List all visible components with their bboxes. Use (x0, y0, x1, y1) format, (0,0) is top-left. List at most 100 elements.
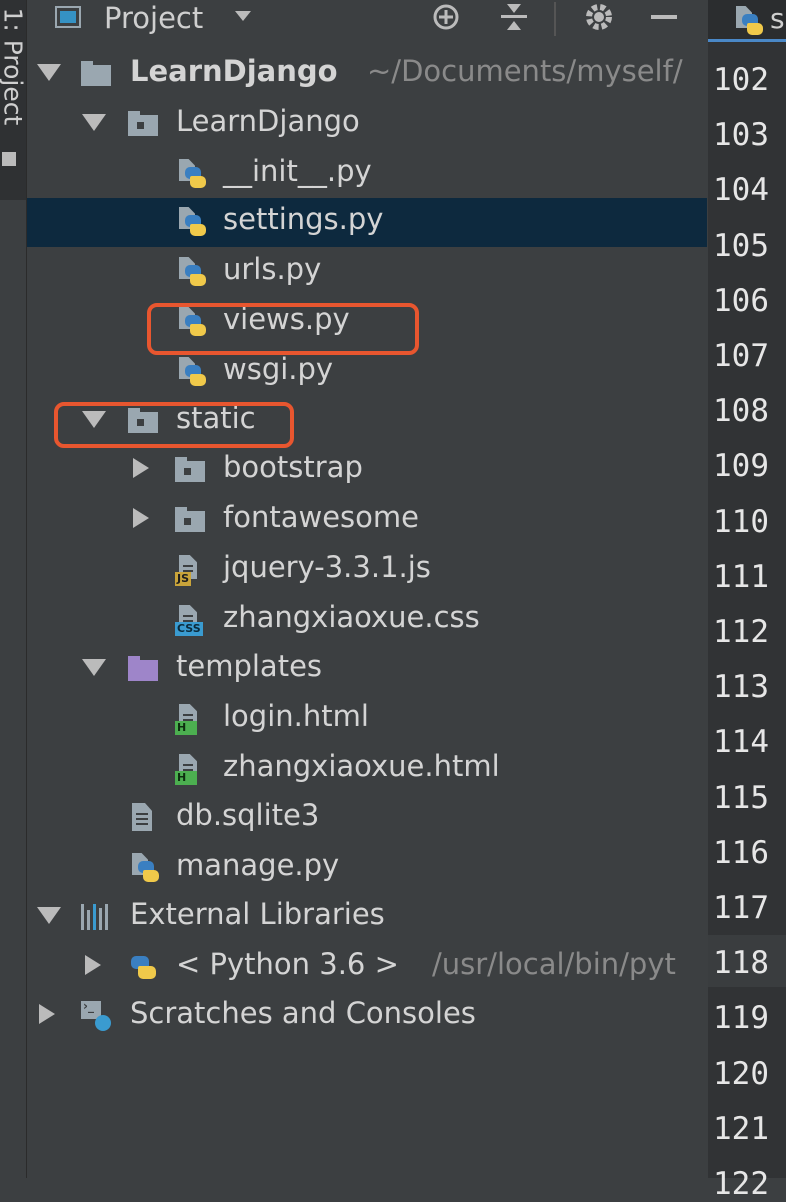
css-file-icon: CSS (175, 605, 205, 636)
line-number: 115 (713, 779, 769, 816)
tree-item-label: urls.py (223, 252, 322, 286)
project-panel-header: Project (27, 0, 707, 40)
project-tree: LearnDjango ~/Documents/myself/ LearnDja… (27, 50, 707, 1178)
line-number: 106 (713, 282, 769, 319)
folder-icon (81, 59, 111, 89)
python-file-icon (177, 357, 207, 387)
tree-item-label: External Libraries (130, 897, 385, 931)
tree-item-label: settings.py (223, 202, 384, 236)
line-number: 104 (713, 172, 769, 209)
tree-item-file[interactable]: urls.py (27, 248, 707, 297)
tree-item-file[interactable]: manage.py (27, 844, 707, 893)
chevron-down-icon[interactable] (235, 11, 251, 21)
line-number: 116 (713, 834, 769, 871)
collapsed-arrow-icon[interactable] (39, 1004, 55, 1024)
editor-tab-settings-py[interactable]: s (708, 0, 786, 42)
collapse-all-icon[interactable] (497, 0, 531, 34)
expanded-arrow-icon[interactable] (37, 907, 61, 924)
line-number: 120 (713, 1055, 769, 1092)
line-number: 107 (713, 338, 769, 374)
tree-item-file[interactable]: db.sqlite3 (27, 794, 707, 843)
tree-item-label: db.sqlite3 (176, 798, 320, 832)
line-number: 105 (713, 227, 769, 264)
tree-item-package[interactable]: LearnDjango (27, 100, 707, 149)
line-number: 117 (713, 890, 769, 926)
scratches-icon (81, 999, 111, 1031)
project-view-icon (55, 6, 81, 28)
tree-item-file[interactable]: CSS zhangxiaoxue.css (27, 596, 707, 645)
gear-icon[interactable] (582, 0, 616, 34)
locate-icon[interactable] (429, 0, 463, 34)
html-file-icon: H (175, 704, 205, 735)
collapsed-arrow-icon[interactable] (85, 955, 101, 975)
tree-item-label: bootstrap (223, 450, 363, 484)
static-highlight (54, 402, 294, 448)
line-number: 114 (713, 724, 769, 761)
tree-item-templates[interactable]: templates (27, 645, 707, 694)
tree-item-label: LearnDjango (130, 54, 338, 88)
tree-item-external-libraries[interactable]: External Libraries (27, 893, 707, 942)
python-file-icon (177, 257, 207, 287)
project-tab-label: 1: Project (0, 7, 28, 126)
python-file-icon (177, 159, 207, 189)
tree-item-file[interactable]: __init__.py (27, 150, 707, 199)
python-file-icon (734, 6, 764, 36)
python-file-icon (130, 853, 160, 883)
project-view-selector[interactable]: Project (104, 1, 203, 35)
tree-item-label: __init__.py (223, 154, 372, 188)
libraries-icon (81, 902, 111, 932)
tree-item-label: fontawesome (223, 500, 419, 534)
javascript-file-icon: JS (175, 555, 205, 586)
tool-window-stripe: 1: Project (0, 0, 28, 1178)
expanded-arrow-icon[interactable] (82, 659, 106, 676)
tree-item-label: manage.py (176, 848, 340, 882)
expanded-arrow-icon[interactable] (37, 64, 61, 81)
package-folder-icon (175, 455, 205, 485)
tree-item-label: templates (176, 649, 323, 683)
line-number: 103 (713, 117, 769, 154)
tree-item-folder[interactable]: bootstrap (27, 446, 707, 495)
line-number: 112 (713, 614, 769, 650)
tree-item-folder[interactable]: fontawesome (27, 496, 707, 545)
collapsed-arrow-icon[interactable] (133, 508, 149, 528)
line-number: 122 (713, 1166, 769, 1202)
python-file-icon (177, 207, 207, 237)
tree-item-path: ~/Documents/myself/ (367, 54, 683, 88)
tree-item-scratches[interactable]: Scratches and Consoles (27, 992, 707, 1041)
hide-icon[interactable] (647, 0, 681, 34)
header-divider (554, 2, 556, 36)
tree-item-label: LearnDjango (176, 104, 360, 138)
tree-item-label: Scratches and Consoles (130, 996, 476, 1030)
line-number: 111 (713, 558, 769, 595)
collapsed-arrow-icon[interactable] (133, 458, 149, 478)
database-file-icon (128, 803, 158, 833)
views-py-highlight (147, 303, 419, 355)
tree-item-root[interactable]: LearnDjango ~/Documents/myself/ (27, 50, 707, 99)
line-number: 121 (713, 1110, 769, 1147)
tree-item-label: wsgi.py (223, 352, 334, 386)
tree-item-label: zhangxiaoxue.css (223, 600, 480, 634)
tree-item-label: login.html (223, 699, 369, 733)
tree-item-file-selected[interactable]: settings.py (27, 198, 707, 247)
tree-item-file[interactable]: wsgi.py (27, 348, 707, 397)
tree-item-label: jquery-3.3.1.js (223, 550, 431, 584)
python-sdk-icon (128, 952, 158, 982)
line-number: 113 (713, 669, 769, 706)
tree-item-file[interactable]: JS jquery-3.3.1.js (27, 546, 707, 595)
package-folder-icon (175, 505, 205, 535)
tree-item-label: < Python 3.6 > (176, 947, 399, 981)
tree-item-file[interactable]: H login.html (27, 695, 707, 744)
tree-item-path: /usr/local/bin/pyt (432, 947, 676, 981)
line-number: 110 (713, 503, 769, 540)
line-number: 118 (713, 945, 769, 982)
project-tab-icon (2, 152, 16, 166)
project-tool-window-tab[interactable]: 1: Project (0, 0, 28, 200)
expanded-arrow-icon[interactable] (82, 114, 106, 131)
templates-folder-icon (128, 654, 158, 684)
line-number: 119 (713, 1000, 769, 1037)
line-number: 108 (713, 393, 769, 430)
html-file-icon: H (175, 754, 205, 785)
line-number: 109 (713, 448, 769, 485)
tree-item-file[interactable]: H zhangxiaoxue.html (27, 745, 707, 794)
tree-item-python-sdk[interactable]: < Python 3.6 > /usr/local/bin/pyt (27, 943, 707, 992)
